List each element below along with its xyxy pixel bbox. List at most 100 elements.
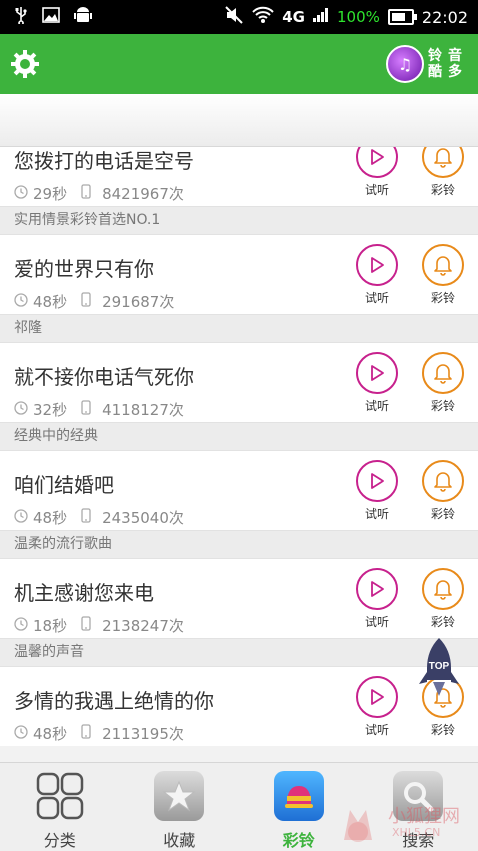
preview-label: 试听 xyxy=(355,181,399,198)
section-header: 经典中的经典 xyxy=(0,422,478,451)
section-header: 温馨的声音 xyxy=(0,638,478,667)
clock-icon xyxy=(14,401,33,419)
preview-label: 试听 xyxy=(355,289,399,306)
preview-button[interactable]: 试听 xyxy=(355,352,399,414)
clock-icon xyxy=(14,509,33,527)
ringback-label: 彩铃 xyxy=(421,289,465,306)
bell-icon xyxy=(422,147,464,178)
set-ringback-button[interactable]: 彩铃 xyxy=(421,460,465,522)
ringtone-title: 爱的世界只有你 xyxy=(14,253,154,282)
ringback-label: 彩铃 xyxy=(421,397,465,414)
ringtone-list[interactable]: 您拨打的电话是空号29秒8421967次试听彩铃实用情景彩铃首选NO.1爱的世界… xyxy=(0,147,478,747)
ringtone-item[interactable]: 咱们结婚吧 48秒 2435040次 试听彩铃 xyxy=(0,451,478,530)
music-note-icon: ♫ xyxy=(386,45,424,83)
ringtone-item[interactable]: 多情的我遇上绝情的你48秒2113195次试听彩铃 xyxy=(0,667,478,746)
play-count: 8421967次 xyxy=(102,183,184,204)
bell-icon xyxy=(422,244,464,286)
ringtone-title: 咱们结婚吧 xyxy=(14,469,114,498)
preview-button[interactable]: 试听 xyxy=(355,147,399,198)
clock-icon xyxy=(14,725,33,743)
section-header: 祁隆 xyxy=(0,314,478,343)
ringtone-meta: 18秒 2138247次 xyxy=(14,615,184,636)
tab-ringtone[interactable]: 彩铃 xyxy=(239,763,359,851)
preview-button[interactable]: 试听 xyxy=(355,568,399,630)
bell-icon xyxy=(422,352,464,394)
usb-icon xyxy=(14,6,28,28)
ringtone-item[interactable]: 爱的世界只有你 48秒 291687次 试听 彩铃 xyxy=(0,235,478,314)
preview-label: 试听 xyxy=(355,721,399,738)
watermark-text: 小狐狸网 xyxy=(388,802,460,828)
clock-icon xyxy=(14,617,33,635)
play-icon xyxy=(356,568,398,610)
ringtone-item[interactable]: 您拨打的电话是空号 29秒8421967次 试听 彩铃 xyxy=(0,147,478,206)
mute-icon xyxy=(224,6,244,28)
preview-label: 试听 xyxy=(355,397,399,414)
ringtone-title: 多情的我遇上绝情的你 xyxy=(14,685,214,714)
phone-icon xyxy=(81,184,96,203)
tab-label: 收藏 xyxy=(163,827,195,851)
section-header: 温柔的流行歌曲 xyxy=(0,530,478,559)
phone-icon xyxy=(81,508,96,527)
image-icon xyxy=(42,7,60,27)
phone-icon xyxy=(81,724,96,743)
duration: 32秒 xyxy=(33,399,67,420)
clock: 22:02 xyxy=(422,8,468,27)
play-count: 4118127次 xyxy=(102,399,184,420)
signal-icon xyxy=(313,8,329,26)
ringtone-title: 机主感谢您来电 xyxy=(14,577,154,606)
preview-button[interactable]: 试听 xyxy=(355,460,399,522)
app-header: ♫ 铃 音 酷 多 xyxy=(0,34,478,94)
ringtone-item[interactable]: 就不接你电话气死你32秒4118127次试听彩铃 xyxy=(0,343,478,422)
ringback-label: 彩铃 xyxy=(421,505,465,522)
duration: 48秒 xyxy=(33,723,67,744)
app-logo: ♫ 铃 音 酷 多 xyxy=(386,45,468,83)
battery-percent: 100% xyxy=(337,8,380,26)
play-icon xyxy=(356,676,398,718)
bell-icon xyxy=(274,771,324,821)
duration: 48秒 xyxy=(33,507,67,528)
ringback-label: 彩铃 xyxy=(421,613,465,630)
set-ringback-button[interactable]: 彩铃 xyxy=(421,568,465,630)
tab-label: 彩铃 xyxy=(283,827,315,851)
set-ringback-button[interactable]: 彩铃 xyxy=(421,352,465,414)
scroll-top-button[interactable]: TOP xyxy=(417,636,461,698)
ringback-label: 彩铃 xyxy=(421,181,465,198)
clock-icon xyxy=(14,185,33,203)
android-icon xyxy=(74,6,92,28)
ringtone-item[interactable]: 机主感谢您来电 18秒 2138247次 试听 彩铃 xyxy=(0,559,478,638)
ringtone-meta: 48秒2113195次 xyxy=(14,723,184,744)
ringtone-title: 您拨打的电话是空号 xyxy=(14,147,194,174)
ringtone-meta: 48秒 2435040次 xyxy=(14,507,184,528)
preview-button[interactable]: 试听 xyxy=(355,244,399,306)
duration: 48秒 xyxy=(33,291,67,312)
preview-label: 试听 xyxy=(355,613,399,630)
grid-icon xyxy=(35,771,85,821)
clock-icon xyxy=(14,293,33,311)
play-icon xyxy=(356,147,398,178)
set-ringback-button[interactable]: 彩铃 xyxy=(421,244,465,306)
banner-area xyxy=(0,94,478,147)
phone-icon xyxy=(81,292,96,311)
network-type: 4G xyxy=(282,8,305,26)
tab-category[interactable]: 分类 xyxy=(0,763,120,851)
play-count: 2435040次 xyxy=(102,507,184,528)
tab-favorites[interactable]: 收藏 xyxy=(120,763,240,851)
ringtone-meta: 29秒8421967次 xyxy=(14,183,184,204)
duration: 18秒 xyxy=(33,615,67,636)
gear-icon[interactable] xyxy=(10,49,40,79)
section-header: 实用情景彩铃首选NO.1 xyxy=(0,206,478,235)
play-count: 2138247次 xyxy=(102,615,184,636)
phone-icon xyxy=(81,616,96,635)
phone-icon xyxy=(81,400,96,419)
star-icon xyxy=(154,771,204,821)
status-bar: 4G 100% 22:02 xyxy=(0,0,478,34)
top-label: TOP xyxy=(429,661,450,672)
ringtone-meta: 32秒 4118127次 xyxy=(14,399,184,420)
set-ringback-button[interactable]: 彩铃 xyxy=(421,147,465,198)
play-icon xyxy=(356,244,398,286)
play-icon xyxy=(356,460,398,502)
bell-icon xyxy=(422,568,464,610)
play-count: 291687次 xyxy=(102,291,174,312)
preview-button[interactable]: 试听 xyxy=(355,676,399,738)
battery-icon xyxy=(388,9,414,25)
